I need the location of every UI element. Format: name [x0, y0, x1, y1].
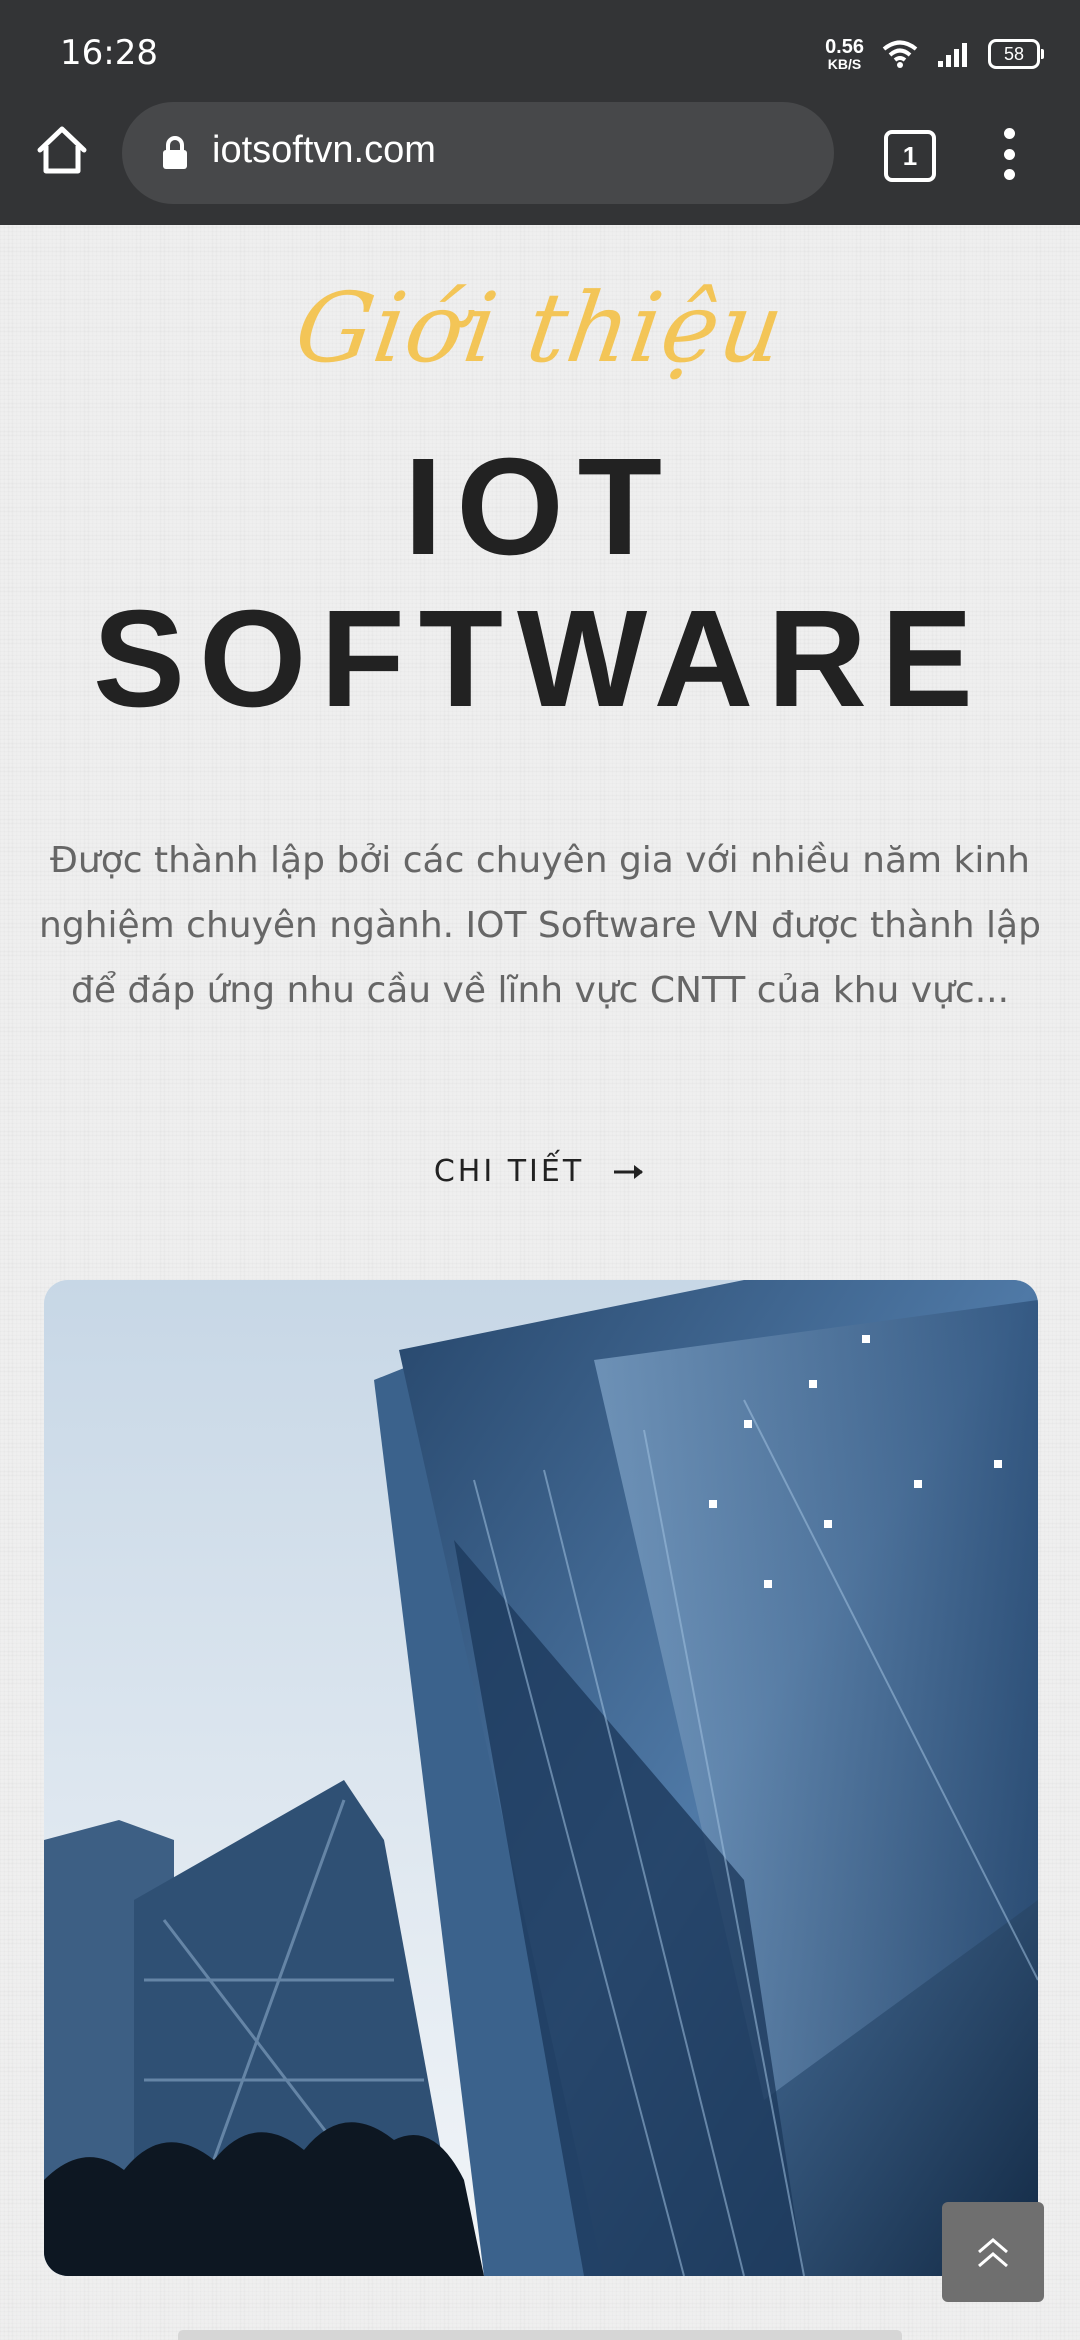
company-description: Được thành lập bởi các chuyên gia với nh… [39, 840, 1041, 1011]
scroll-to-top-button[interactable] [942, 2202, 1044, 2302]
browser-chrome: 16:28 0.56 KB/S 58 iotsoftvn.com 1 [0, 0, 1080, 225]
net-speed-unit: KB/S [827, 56, 862, 72]
net-speed-value: 0.56 [825, 36, 864, 58]
detail-link[interactable]: CHI TIẾT [0, 1154, 1080, 1189]
tab-switcher-button[interactable]: 1 [884, 130, 936, 182]
office-buildings-photo [44, 1280, 1038, 2276]
lock-icon [163, 136, 187, 169]
status-time: 16:28 [60, 33, 158, 73]
status-icons: 0.56 KB/S 58 [825, 34, 1044, 74]
home-icon[interactable] [34, 122, 90, 178]
more-vert-icon[interactable] [998, 128, 1020, 180]
net-speed: 0.56 KB/S [825, 37, 864, 71]
detail-link-label[interactable]: CHI TIẾT [434, 1154, 584, 1189]
section-script-title: Giới thiệu [289, 272, 791, 384]
wifi-icon [882, 40, 918, 68]
battery-icon: 58 [988, 39, 1044, 69]
arrow-right-icon[interactable] [614, 1162, 646, 1182]
company-title-line1: IOT [404, 430, 676, 584]
address-bar[interactable]: iotsoftvn.com [122, 102, 834, 204]
double-chevron-up-icon[interactable] [971, 2232, 1015, 2272]
url-text[interactable]: iotsoftvn.com [212, 129, 436, 172]
company-title-line2: SOFTWARE [93, 582, 987, 736]
bottom-content-edge [178, 2330, 902, 2340]
signal-icon [938, 43, 967, 67]
